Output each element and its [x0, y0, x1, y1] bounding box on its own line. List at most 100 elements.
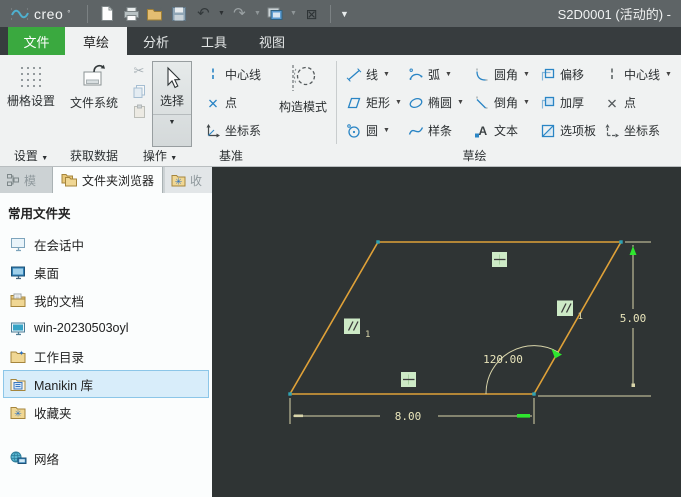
parallelogram-geometry[interactable]: [288, 241, 623, 395]
arc-icon: [409, 68, 423, 80]
manikin-library-icon: [10, 378, 26, 391]
folder-item-my-documents[interactable]: 我的文档: [3, 286, 209, 314]
tool-centerline-button[interactable]: 中心线 ▼: [601, 61, 679, 88]
tool-circle-button[interactable]: 圆 ▼: [343, 117, 405, 144]
group-footer-settings[interactable]: 设置 ▼: [0, 147, 62, 164]
file-system-icon: [83, 64, 105, 86]
redo-button[interactable]: ↷: [228, 3, 250, 25]
rectangle-dropdown[interactable]: ▼: [395, 99, 402, 106]
folder-item-working-directory[interactable]: ✦ 工作目录: [3, 342, 209, 370]
navigator-tab-bar: 模 文件夹浏览器 ✳ 收: [0, 167, 212, 193]
folder-item-manikin-library[interactable]: Manikin 库: [3, 370, 209, 398]
tool-text-button[interactable]: A 文本: [471, 117, 537, 144]
circle-dropdown[interactable]: ▼: [383, 127, 390, 134]
tab-folder-browser[interactable]: 文件夹浏览器: [52, 167, 164, 193]
svg-text:✦: ✦: [19, 349, 25, 357]
switch-windows-button[interactable]: [264, 3, 286, 25]
open-button[interactable]: [144, 3, 166, 25]
creo-logo: creo °: [10, 6, 70, 22]
tab-tools[interactable]: 工具: [185, 27, 243, 55]
thicken-icon: [541, 96, 555, 108]
file-system-button[interactable]: 文件系统: [64, 57, 124, 148]
tab-model-tree[interactable]: 模: [0, 167, 52, 193]
parallel-group-label-right: 1: [578, 312, 583, 322]
parallel-constraint-left[interactable]: [344, 318, 360, 335]
angle-dim-value[interactable]: 120.00: [483, 353, 523, 366]
grid-dots-icon: [18, 63, 44, 87]
datum-csys-button[interactable]: 坐标系: [202, 117, 264, 144]
line-dropdown[interactable]: ▼: [383, 71, 390, 78]
close-window-button[interactable]: ⊠: [300, 3, 322, 25]
common-folders-header: 常用文件夹: [8, 207, 71, 221]
cut-button[interactable]: ✂: [134, 63, 145, 79]
chamfer-icon: [476, 96, 489, 108]
undo-button[interactable]: ↶: [192, 3, 214, 25]
tab-favorites[interactable]: ✳ 收: [165, 167, 212, 193]
datum-point-button[interactable]: 点: [202, 89, 264, 116]
fillet-icon: [476, 68, 489, 81]
width-dim-value[interactable]: 8.00: [395, 410, 422, 423]
folder-browser-icon: [61, 174, 77, 187]
folder-item-desktop[interactable]: 桌面: [3, 258, 209, 286]
new-file-button[interactable]: [96, 3, 118, 25]
group-footer-operations[interactable]: 操作 ▼: [126, 147, 194, 164]
tool-chamfer-button[interactable]: 倒角 ▼: [471, 89, 537, 116]
datum-centerline-button[interactable]: 中心线: [202, 61, 264, 88]
point-icon: [608, 99, 616, 107]
paste-button[interactable]: [132, 104, 147, 119]
print-button[interactable]: [120, 3, 142, 25]
sketch-canvas[interactable]: 5.00 8.00 120.00 1 1: [212, 167, 681, 497]
height-dim-value[interactable]: 5.00: [620, 312, 647, 325]
customize-toolbar-chevron[interactable]: ▼: [338, 9, 350, 19]
tool-line-button[interactable]: 线 ▼: [343, 61, 405, 88]
tool-fillet-button[interactable]: 圆角 ▼: [471, 61, 537, 88]
horizontal-constraint-bottom[interactable]: [401, 372, 416, 387]
group-footer-get-data: 获取数据: [69, 149, 118, 163]
tool-thicken-button[interactable]: 加厚: [537, 89, 601, 116]
toolbar-separator: [330, 4, 332, 23]
tool-offset-button[interactable]: 偏移: [537, 61, 601, 88]
tool-ellipse-button[interactable]: 椭圆 ▼: [405, 89, 471, 116]
tool-spline-button[interactable]: 样条: [405, 117, 471, 144]
select-button[interactable]: 选择 ▼: [152, 61, 192, 147]
tab-sketch[interactable]: 草绘: [65, 27, 127, 55]
construction-mode-button[interactable]: 构造模式: [270, 57, 336, 148]
redo-dropdown[interactable]: ▼: [251, 10, 263, 17]
copy-button[interactable]: [132, 84, 147, 99]
chamfer-dropdown[interactable]: ▼: [523, 99, 530, 106]
tool-palette-button[interactable]: 选项板: [537, 117, 601, 144]
folder-item-computer[interactable]: win-20230503oyl: [3, 314, 209, 342]
horizontal-constraint-top[interactable]: [492, 252, 507, 267]
tab-analysis[interactable]: 分析: [127, 27, 185, 55]
tool-point-button[interactable]: 点: [601, 89, 679, 116]
group-operations: ✂ 选择 ▼ 操作 ▼: [126, 55, 194, 166]
undo-dropdown[interactable]: ▼: [215, 10, 227, 17]
ribbon-tab-bar: 文件 草绘 分析 工具 视图: [0, 27, 681, 55]
switch-windows-dropdown[interactable]: ▼: [287, 10, 299, 17]
centerline-icon: [212, 68, 214, 81]
parallel-constraint-right[interactable]: [557, 300, 573, 317]
ellipse-dropdown[interactable]: ▼: [457, 99, 464, 106]
sketch-vertices[interactable]: [288, 240, 623, 396]
select-dropdown[interactable]: ▼: [153, 114, 191, 126]
tab-view[interactable]: 视图: [243, 27, 301, 55]
arc-dropdown[interactable]: ▼: [445, 71, 452, 78]
text-icon: A: [475, 124, 488, 138]
tab-file[interactable]: 文件: [8, 27, 65, 55]
folder-item-network[interactable]: 网络: [3, 444, 209, 472]
svg-text:A: A: [479, 124, 488, 138]
centerline-dropdown[interactable]: ▼: [665, 71, 672, 78]
tool-arc-button[interactable]: 弧 ▼: [405, 61, 471, 88]
save-button[interactable]: [168, 3, 190, 25]
tool-rectangle-button[interactable]: 矩形 ▼: [343, 89, 405, 116]
tool-csys-button[interactable]: 坐标系: [601, 117, 679, 144]
coordinate-system-icon: [206, 123, 220, 137]
group-get-data: 文件系统 获取数据: [62, 55, 126, 166]
sketch-drawing: 5.00 8.00 120.00 1 1: [288, 240, 651, 424]
folder-item-in-session[interactable]: 在会话中: [3, 230, 209, 258]
fillet-dropdown[interactable]: ▼: [523, 71, 530, 78]
rectangle-icon: [347, 97, 361, 108]
construction-mode-icon: [292, 65, 316, 91]
folder-item-favorites[interactable]: ✳ 收藏夹: [3, 398, 209, 426]
grid-settings-button[interactable]: 栅格设置: [2, 57, 60, 148]
